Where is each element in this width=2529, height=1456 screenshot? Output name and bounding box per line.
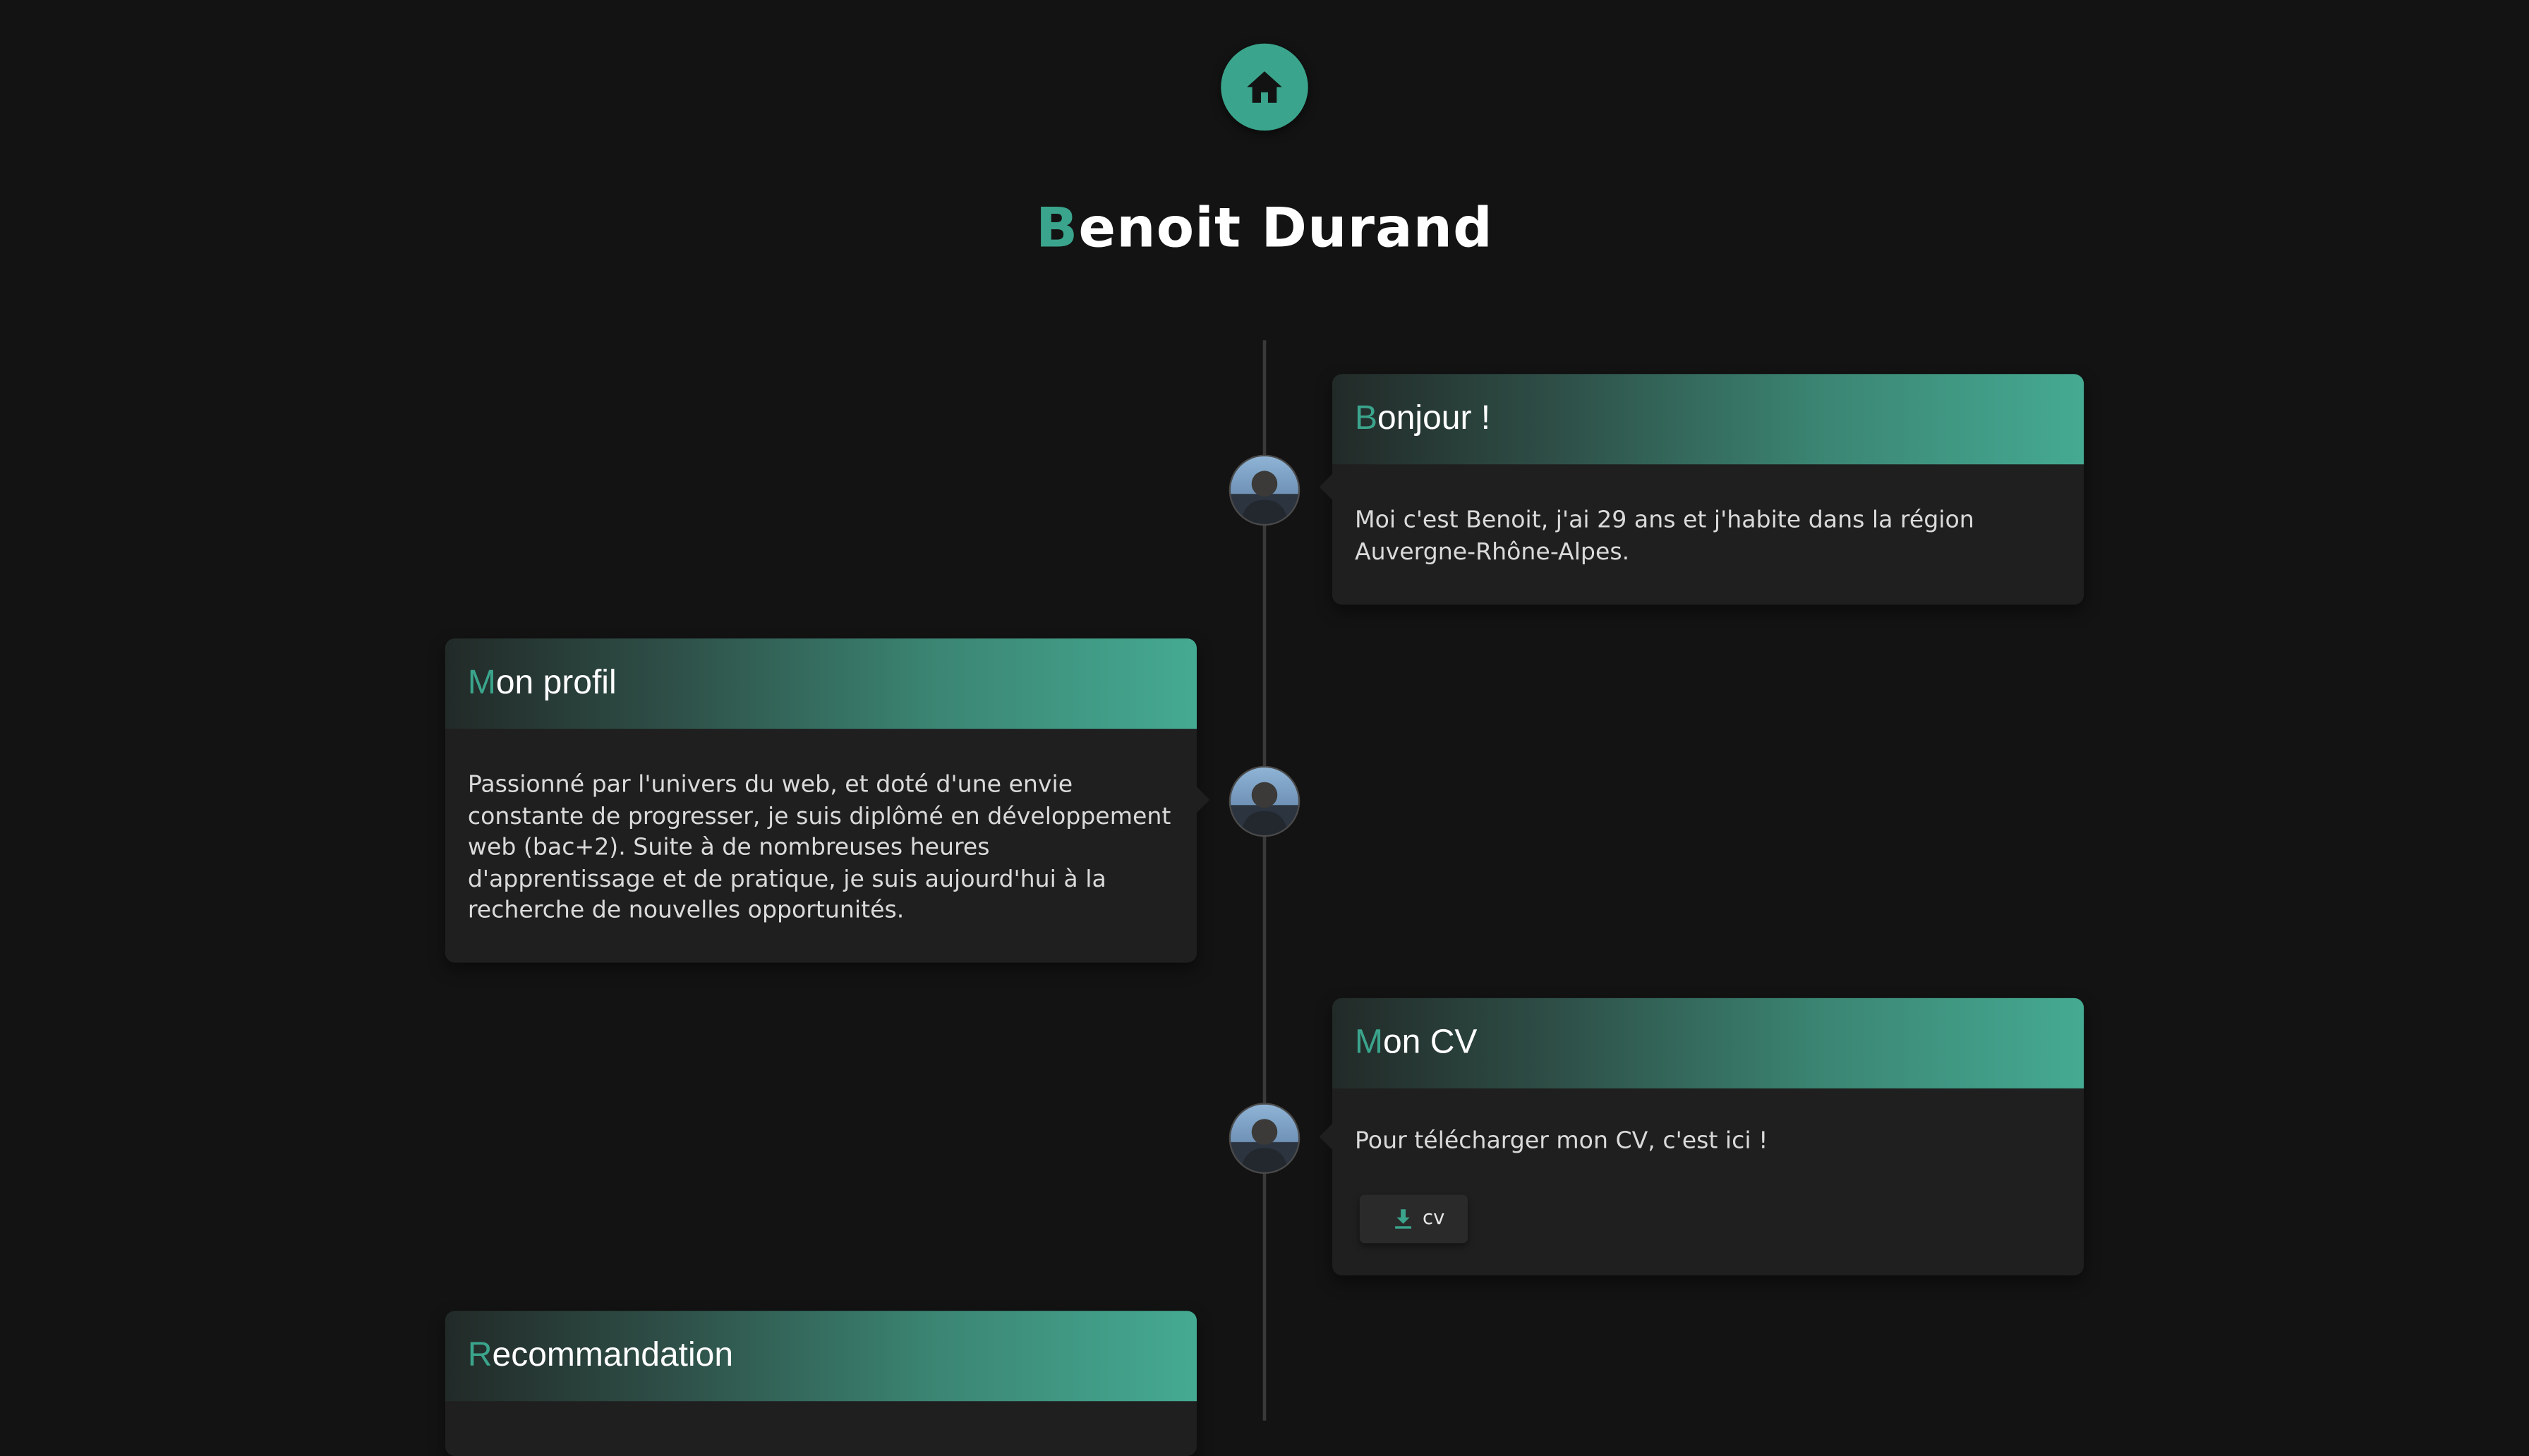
page-title-rest: enoit Durand	[1078, 196, 1493, 262]
download-icon	[1395, 1208, 1411, 1228]
page: Benoit Durand Bonjour ! Moi c'est Benoit…	[0, 0, 2529, 1456]
home-icon	[1247, 71, 1282, 103]
card-title: Mon CV	[1332, 997, 2084, 1088]
timeline-card-profil: Mon profil Passionné par l'univers du we…	[445, 638, 1210, 963]
card-title: Bonjour !	[1332, 374, 2084, 465]
avatar	[1229, 1103, 1300, 1174]
card-title-initial: M	[467, 664, 496, 702]
card-title-initial: R	[467, 1336, 493, 1374]
avatar	[1229, 454, 1300, 526]
timeline-card-cv: Mon CV Pour télécharger mon CV, c'est ic…	[1319, 997, 2084, 1278]
card-text: Moi c'est Benoit, j'ai 29 ans et j'habit…	[1354, 507, 1974, 566]
card-text: Passionné par l'univers du web, et doté …	[467, 772, 1171, 924]
card-title-initial: M	[1354, 1024, 1383, 1061]
avatar-photo	[1240, 782, 1289, 835]
card-title-rest: ecommandation	[492, 1336, 734, 1374]
card-body: Pour télécharger mon CV, c'est ici ! cv	[1332, 1088, 2084, 1278]
card-title-initial: B	[1354, 399, 1378, 437]
avatar-photo	[1240, 1119, 1289, 1172]
card-title-rest: on CV	[1382, 1024, 1478, 1061]
avatar	[1229, 765, 1300, 837]
download-cv-button[interactable]: cv	[1359, 1194, 1468, 1243]
timeline-card-recommandation: Recommandation	[445, 1311, 1197, 1456]
card-text: Pour télécharger mon CV, c'est ici !	[1354, 1128, 1768, 1155]
card-title-rest: onjour !	[1377, 399, 1491, 437]
timeline-card-bonjour: Bonjour ! Moi c'est Benoit, j'ai 29 ans …	[1319, 374, 2084, 605]
avatar-photo	[1240, 471, 1289, 524]
card-title-rest: on profil	[495, 664, 617, 702]
card-title: Mon profil	[445, 638, 1197, 729]
page-title: Benoit Durand	[0, 197, 2529, 261]
home-button[interactable]	[1221, 43, 1308, 131]
download-cv-label: cv	[1422, 1206, 1445, 1229]
card-title: Recommandation	[445, 1311, 1197, 1402]
page-title-initial: B	[1035, 196, 1079, 262]
